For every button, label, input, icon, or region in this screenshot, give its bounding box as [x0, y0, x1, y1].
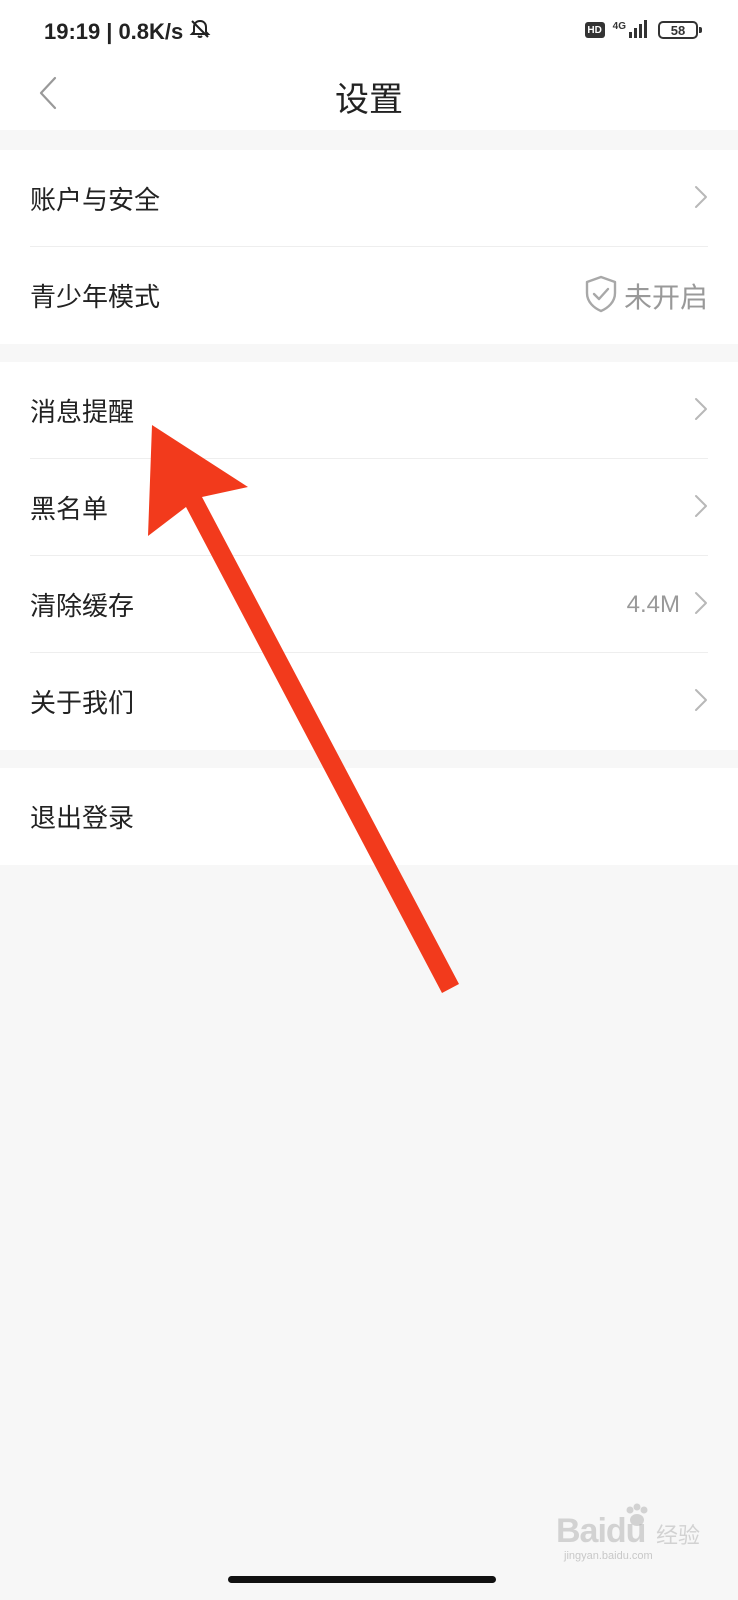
settings-group-account: 账户与安全 青少年模式 未开启: [0, 150, 738, 344]
baidu-watermark: Baidu 经验 jingyan.baidu.com: [556, 1502, 706, 1562]
logout-label: 退出登录: [30, 804, 135, 834]
chevron-right-icon: [694, 591, 708, 619]
row-right: 未开启: [584, 275, 708, 317]
settings-item-account-security[interactable]: 账户与安全: [0, 150, 738, 247]
settings-group-logout: 退出登录: [0, 768, 738, 865]
row-right: [694, 494, 708, 522]
logout-button[interactable]: 退出登录: [0, 768, 738, 865]
hd-icon: HD: [584, 22, 605, 38]
status-time: 19:19: [44, 19, 101, 44]
home-indicator[interactable]: [228, 1576, 496, 1583]
row-right: [694, 688, 708, 716]
row-right: [694, 397, 708, 425]
settings-item-label: 黑名单: [30, 495, 109, 525]
battery-icon: 58: [658, 21, 702, 39]
page-title: 设置: [335, 80, 403, 120]
settings-item-blacklist[interactable]: 黑名单: [0, 459, 738, 556]
bell-muted-icon: [189, 18, 211, 46]
signal-icon: [628, 18, 650, 42]
cache-size-value: 4.4M: [626, 590, 680, 618]
signal-indicator: 4G: [613, 18, 650, 42]
row-right: 4.4M: [627, 591, 708, 619]
settings-item-label: 清除缓存: [30, 592, 135, 622]
row-right: [694, 185, 708, 213]
settings-item-notifications[interactable]: 消息提醒: [0, 362, 738, 459]
status-right: HD 4G 58: [584, 18, 702, 42]
chevron-right-icon: [694, 397, 708, 425]
paw-icon: [622, 1502, 652, 1536]
chevron-right-icon: [694, 185, 708, 213]
settings-item-label: 账户与安全: [30, 186, 161, 216]
settings-item-label: 消息提醒: [30, 398, 135, 428]
settings-item-teen-mode[interactable]: 青少年模式 未开启: [0, 247, 738, 344]
settings-group-general: 消息提醒 黑名单 清除缓存 4.4M 关于我们: [0, 362, 738, 750]
status-left: 19:19 | 0.8K/s: [44, 18, 211, 46]
watermark-url: jingyan.baidu.com: [564, 1550, 653, 1562]
network-type: 4G: [612, 21, 626, 32]
settings-item-label: 青少年模式: [30, 283, 161, 313]
chevron-right-icon: [694, 494, 708, 522]
chevron-right-icon: [694, 688, 708, 716]
teen-mode-status: 未开启: [623, 280, 708, 314]
settings-item-about-us[interactable]: 关于我们: [0, 653, 738, 750]
settings-item-clear-cache[interactable]: 清除缓存 4.4M: [0, 556, 738, 653]
nav-bar: 设置: [0, 64, 738, 130]
watermark-brand-cn: 经验: [656, 1524, 701, 1549]
settings-item-label: 关于我们: [30, 689, 135, 719]
status-separator: |: [106, 19, 113, 44]
status-bar: 19:19 | 0.8K/s HD 4G 58: [0, 0, 738, 64]
shield-check-icon: [584, 275, 618, 317]
status-net-speed: 0.8K/s: [118, 19, 184, 44]
